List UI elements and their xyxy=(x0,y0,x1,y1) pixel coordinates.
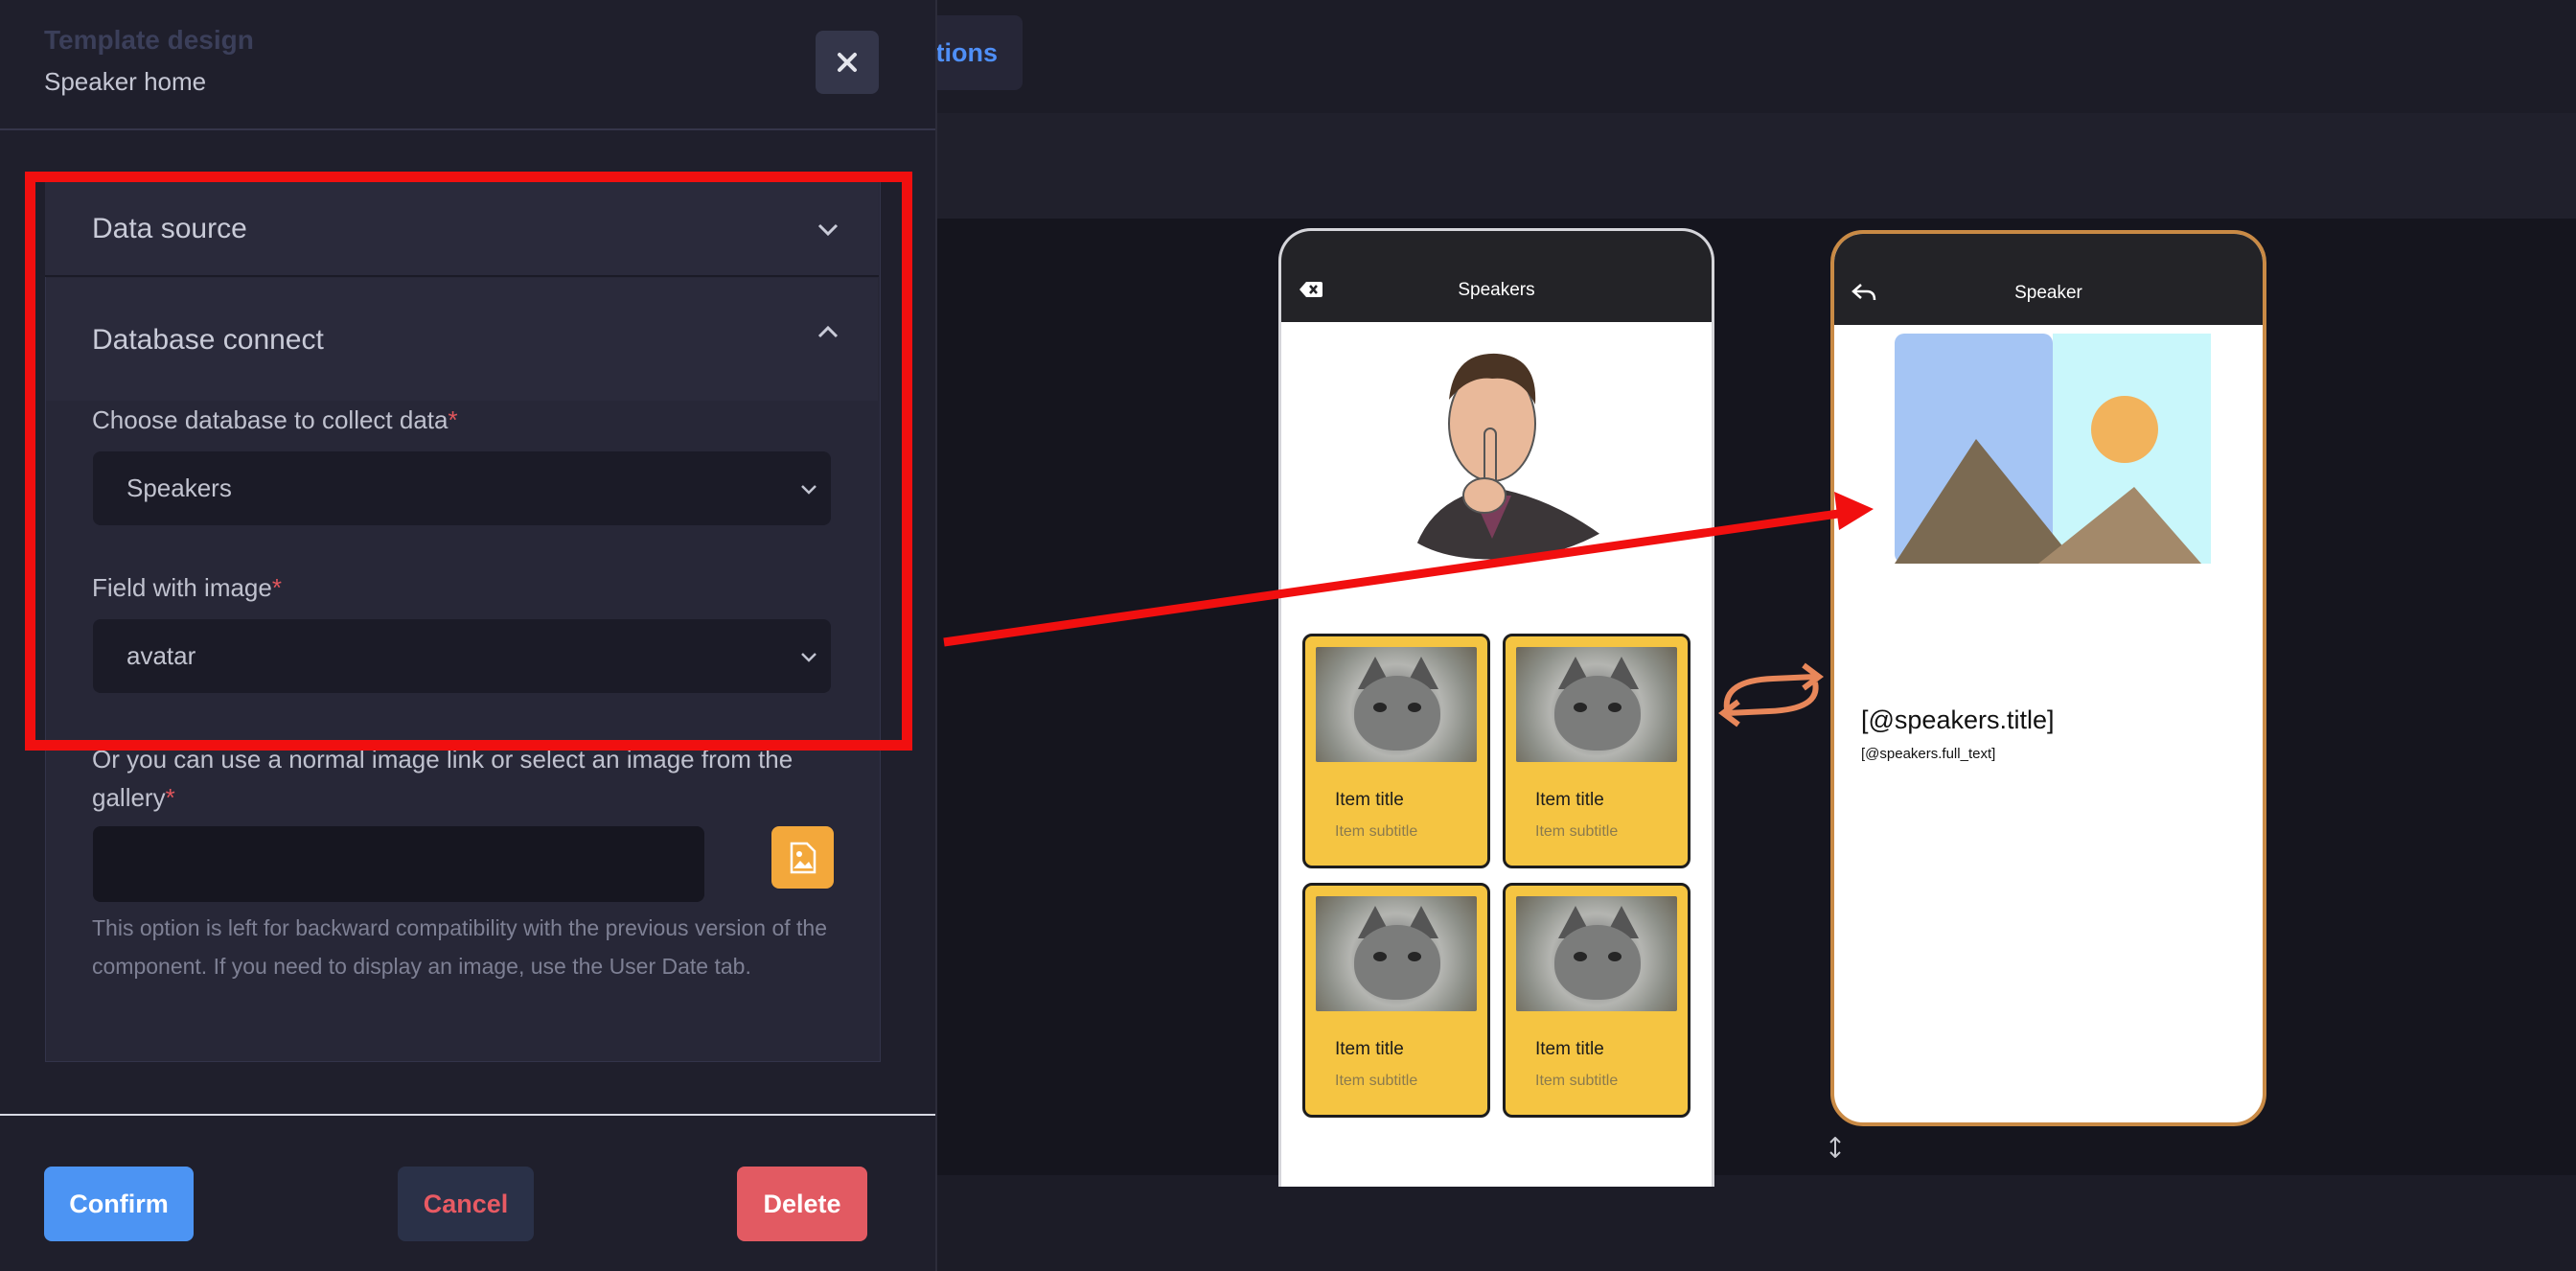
image-link-label: Or you can use a normal image link or se… xyxy=(92,740,840,817)
gallery-button[interactable] xyxy=(771,826,834,889)
image-placeholder-icon xyxy=(1895,334,2211,564)
backspace-icon[interactable] xyxy=(1299,278,1323,301)
list-item[interactable]: Item title Item subtitle xyxy=(1302,634,1490,868)
confirm-button[interactable]: Confirm xyxy=(44,1167,194,1241)
image-link-input[interactable] xyxy=(93,826,704,902)
footer-divider xyxy=(0,1114,935,1116)
modal-header xyxy=(0,0,935,130)
card-subtitle: Item subtitle xyxy=(1535,1073,1619,1089)
speakers-screen[interactable]: Speakers Item title Item subtitle Item t… xyxy=(1278,228,1714,1187)
list-item[interactable]: Item title Item subtitle xyxy=(1503,883,1690,1118)
card-title: Item title xyxy=(1535,1039,1604,1059)
card-subtitle: Item subtitle xyxy=(1335,1073,1418,1089)
speaker-screen-header: Speaker xyxy=(1834,234,2263,325)
card-title: Item title xyxy=(1335,1039,1404,1059)
close-button[interactable] xyxy=(816,31,879,94)
card-subtitle: Item subtitle xyxy=(1335,823,1418,840)
speakers-screen-header: Speakers xyxy=(1281,231,1712,322)
modal-subtitle: Speaker home xyxy=(44,67,207,96)
resize-vertical-icon[interactable] xyxy=(1828,1137,1842,1158)
list-item[interactable]: Item title Item subtitle xyxy=(1302,883,1490,1118)
back-arrow-icon[interactable] xyxy=(1852,281,1876,304)
image-link-hint: This option is left for backward compati… xyxy=(92,915,828,979)
card-title: Item title xyxy=(1535,790,1604,810)
speaker-body: [@speakers.full_text] xyxy=(1861,746,1996,762)
cancel-button[interactable]: Cancel xyxy=(398,1167,534,1241)
list-item[interactable]: Item title Item subtitle xyxy=(1503,634,1690,868)
card-title: Item title xyxy=(1335,790,1404,810)
card-subtitle: Item subtitle xyxy=(1535,823,1619,840)
speakers-screen-title: Speakers xyxy=(1458,280,1535,300)
speaker-avatar xyxy=(1414,353,1605,563)
speaker-heading: [@speakers.title] xyxy=(1861,705,2055,734)
screen-link-icon[interactable] xyxy=(1715,661,1827,728)
image-file-icon xyxy=(790,842,816,873)
modal-ghost-title: Template design xyxy=(44,25,254,55)
kitten-image xyxy=(1516,896,1677,1011)
kitten-image xyxy=(1316,647,1477,762)
highlight-box xyxy=(25,172,912,751)
image-link-label-text: Or you can use a normal image link or se… xyxy=(92,745,794,812)
required-marker: * xyxy=(165,783,175,812)
speaker-screen[interactable]: Speaker [@speakers.title] [@speakers.ful… xyxy=(1830,230,2266,1126)
speaker-screen-title: Speaker xyxy=(2014,283,2082,303)
delete-button[interactable]: Delete xyxy=(737,1167,867,1241)
kitten-image xyxy=(1316,896,1477,1011)
close-icon xyxy=(838,53,857,72)
kitten-image xyxy=(1516,647,1677,762)
